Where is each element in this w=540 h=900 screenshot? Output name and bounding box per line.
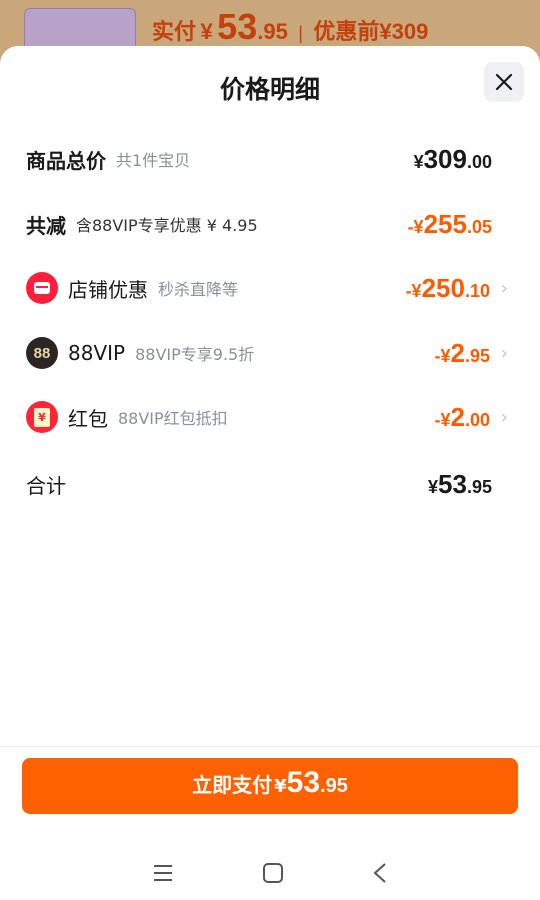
amount-dec: .00 <box>464 409 490 430</box>
discount-label: 共减 <box>26 213 66 238</box>
amount-dec: .95 <box>464 345 490 366</box>
amount-dec: .05 <box>466 216 492 237</box>
close-button[interactable] <box>484 62 524 102</box>
chevron-right-icon: › <box>500 277 508 299</box>
currency: ¥ <box>413 151 424 172</box>
home-icon[interactable] <box>262 862 284 884</box>
amount-dec: .95 <box>466 476 492 497</box>
grand-total-label: 合计 <box>26 473 66 498</box>
currency: -¥ <box>434 409 451 430</box>
vip-label: 88VIP <box>68 341 126 365</box>
sheet-title: 价格明细 <box>219 75 320 104</box>
row-shop-discount[interactable]: 店铺优惠 秒杀直降等 -¥ 250.10 › <box>26 268 514 308</box>
vip-amount: -¥ 2.95 <box>434 338 490 369</box>
shop-discount-amount: -¥ 250.10 <box>406 273 490 304</box>
red-packet-label: 红包 <box>68 406 108 431</box>
amount-int: 309 <box>423 143 467 174</box>
original-label: 优惠前 <box>313 19 380 44</box>
red-packet-amount: -¥ 2.00 <box>434 402 490 433</box>
chevron-right-icon: › <box>500 406 508 428</box>
red-packet-icon: ¥ <box>26 401 58 433</box>
red-packet-glyph: ¥ <box>34 407 50 427</box>
shop-discount-detail: 秒杀直降等 <box>158 280 239 299</box>
system-nav-bar <box>0 846 540 900</box>
grand-total-amount: ¥53.95 <box>428 469 492 500</box>
amount-int: 250 <box>421 272 465 303</box>
separator: | <box>298 23 303 43</box>
discount-amount: -¥ 255.05 <box>408 209 492 240</box>
back-icon[interactable] <box>372 862 388 884</box>
menu-icon[interactable] <box>152 864 174 882</box>
divider <box>0 746 540 747</box>
pay-now-button[interactable]: 立即支付 ¥ 53 .95 <box>22 758 518 814</box>
currency: -¥ <box>407 216 424 237</box>
pay-dec: .95 <box>320 775 348 797</box>
amount-int: 255 <box>423 208 467 239</box>
pay-label: 立即支付 <box>192 773 273 797</box>
row-red-packet[interactable]: ¥ 红包 88VIP红包抵扣 -¥ 2.00 › <box>26 397 514 437</box>
row-total-discount: 共减 含88VIP专享优惠 ¥ 4.95 -¥ 255.05 <box>26 204 514 244</box>
currency: -¥ <box>434 345 451 366</box>
goods-total-label: 商品总价 <box>26 148 106 173</box>
88vip-icon: 88 <box>26 337 58 369</box>
row-88vip[interactable]: 88 88VIP 88VIP专享9.5折 -¥ 2.95 › <box>26 333 514 373</box>
close-icon <box>495 73 513 91</box>
amount-int: 2 <box>450 401 465 432</box>
vip-detail: 88VIP专享9.5折 <box>135 345 255 364</box>
currency: -¥ <box>405 280 422 301</box>
paid-label: 实付 <box>152 19 197 44</box>
pay-currency: ¥ <box>274 776 287 797</box>
paid-dec: .95 <box>257 19 288 44</box>
shop-discount-label: 店铺优惠 <box>68 277 148 302</box>
shop-icon <box>26 272 58 304</box>
amount-int: 2 <box>450 337 465 368</box>
red-packet-detail: 88VIP红包抵扣 <box>118 409 228 428</box>
amount-dec: .00 <box>466 151 492 172</box>
goods-count: 共1件宝贝 <box>116 151 191 170</box>
currency: ¥ <box>428 476 439 497</box>
amount-int: 53 <box>438 468 467 499</box>
amount-dec: .10 <box>464 280 490 301</box>
price-detail-sheet: 价格明细 商品总价 共1件宝贝 ¥309.00 共减 含88VIP专享优惠 ¥ … <box>0 46 540 900</box>
background-price: 实付 ¥ 53.95 | 优惠前¥309 <box>152 6 428 48</box>
goods-total-amount: ¥309.00 <box>414 144 492 175</box>
paid-int: 53 <box>217 6 258 47</box>
paid-currency: ¥ <box>200 19 213 44</box>
discount-detail: 含88VIP专享优惠 ¥ 4.95 <box>76 216 258 235</box>
row-grand-total: 合计 ¥53.95 <box>26 464 514 504</box>
pay-int: 53 <box>286 766 321 799</box>
chevron-right-icon: › <box>500 342 508 364</box>
original-price: ¥309 <box>379 19 429 44</box>
row-goods-total: 商品总价 共1件宝贝 ¥309.00 <box>26 139 514 179</box>
